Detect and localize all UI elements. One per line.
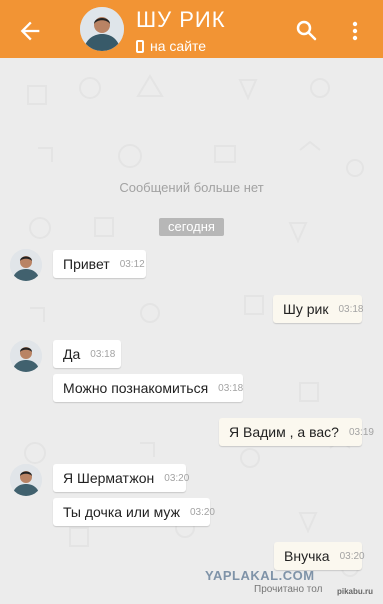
page-title: ШУ РИК	[136, 7, 226, 32]
message-bubble-incoming[interactable]: Да 03:18	[53, 340, 121, 368]
message-time: 03:12	[119, 258, 145, 270]
avatar[interactable]	[10, 464, 42, 496]
message-text: Да	[63, 346, 81, 362]
avatar[interactable]	[10, 249, 42, 281]
status-row: на сайте	[136, 38, 206, 54]
avatar-photo	[10, 249, 42, 281]
avatar-photo	[10, 340, 42, 372]
avatar-photo	[80, 7, 124, 51]
message-bubble-outgoing[interactable]: Я Вадим , а вас? 03:19	[219, 418, 374, 446]
avatar-photo	[10, 464, 42, 496]
message-time: 03:20	[339, 550, 365, 562]
avatar[interactable]	[10, 340, 42, 372]
message-text: Шу рик	[283, 301, 329, 317]
source-note: Прочитано тол	[254, 584, 323, 595]
message-bubble-outgoing[interactable]: Внучка 03:20	[274, 542, 365, 570]
message-bubble-incoming[interactable]: Ты дочка или муж 03:20	[53, 498, 215, 526]
message-bubble-incoming[interactable]: Привет 03:12	[53, 250, 146, 278]
empty-history-note: Сообщений больше нет	[119, 180, 264, 195]
more-vert-icon[interactable]	[349, 19, 361, 43]
message-time: 03:20	[164, 472, 190, 484]
message-time: 03:18	[218, 382, 244, 394]
message-text: Я Шерматжон	[63, 470, 155, 486]
online-status: на сайте	[150, 38, 207, 54]
message-text: Можно познакомиться	[63, 380, 209, 396]
message-text: Ты дочка или муж	[63, 504, 180, 520]
chat-area[interactable]: Сообщений больше нет сегодня Привет 03:1…	[0, 58, 383, 604]
message-text: Внучка	[284, 548, 330, 564]
message-bubble-incoming[interactable]: Можно познакомиться 03:18	[53, 374, 243, 402]
arrow-left-icon[interactable]	[16, 17, 44, 45]
message-text: Я Вадим , а вас?	[229, 424, 339, 440]
avatar[interactable]	[80, 7, 124, 51]
chat-header: ШУ РИК на сайте	[0, 0, 383, 58]
message-time: 03:18	[90, 348, 116, 360]
message-time: 03:18	[338, 303, 364, 315]
date-badge: сегодня	[159, 218, 224, 236]
search-icon[interactable]	[294, 18, 318, 42]
message-text: Привет	[63, 256, 110, 272]
message-bubble-incoming[interactable]: Я Шерматжон 03:20	[53, 464, 190, 492]
message-bubble-outgoing[interactable]: Шу рик 03:18	[273, 295, 364, 323]
message-time: 03:20	[189, 506, 215, 518]
message-time: 03:19	[348, 426, 374, 438]
source-tag: pikabu.ru	[337, 587, 374, 596]
watermark-text: YAPLAKAL.COM	[205, 568, 315, 583]
phone-icon	[136, 39, 144, 53]
